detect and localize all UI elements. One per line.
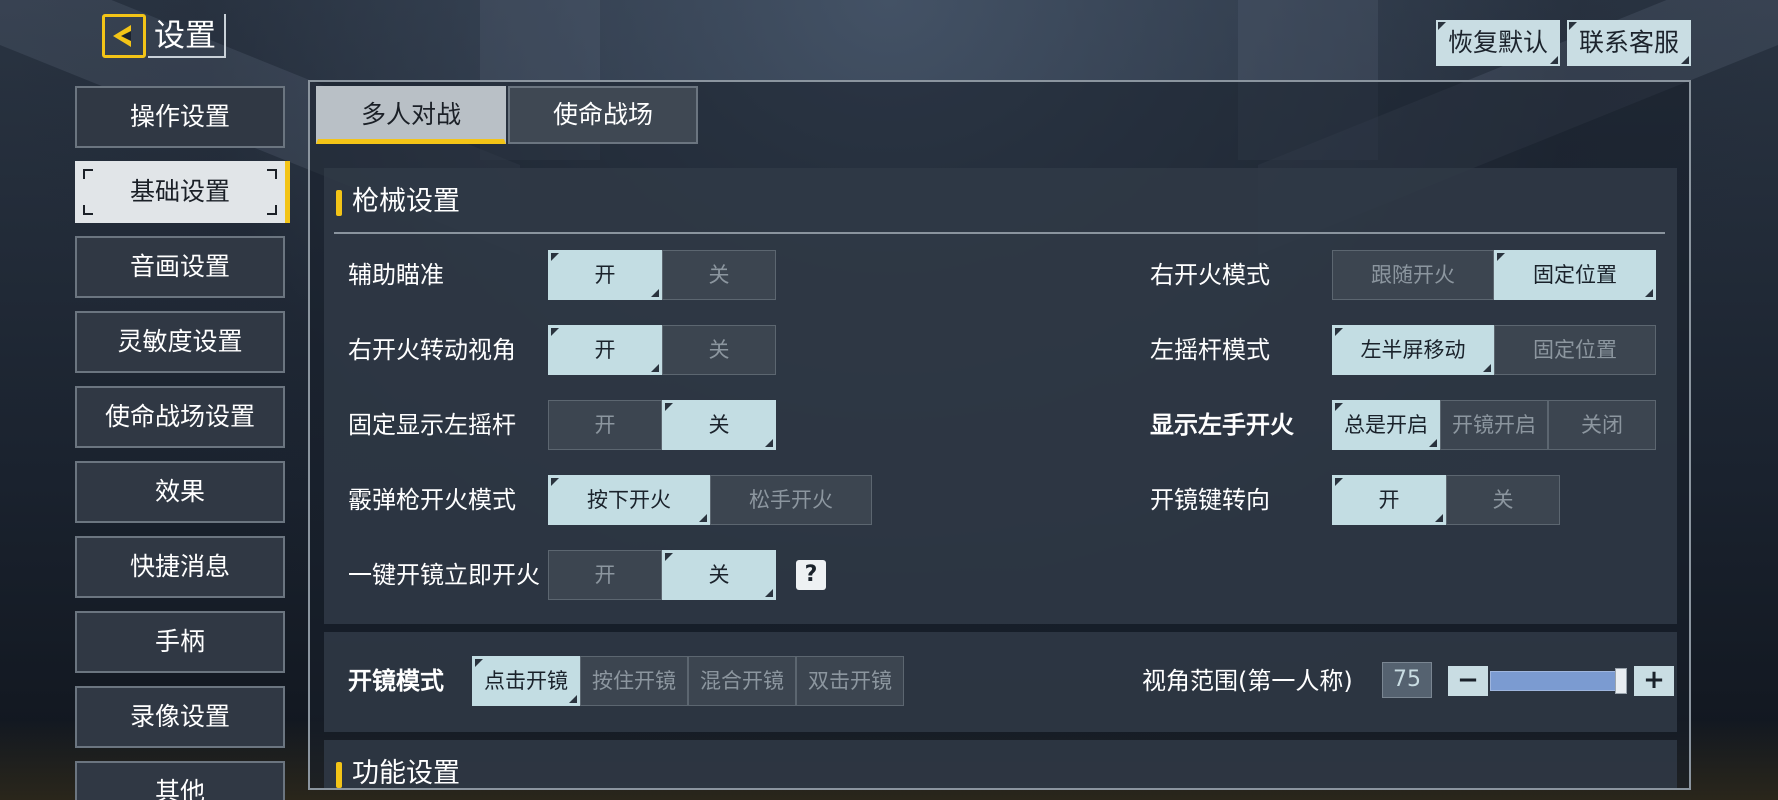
option-follow-fire[interactable]: 跟随开火 [1332,250,1494,300]
option-off[interactable]: 关 [1446,475,1560,525]
option-off[interactable]: 关闭 [1548,400,1656,450]
settings-panel: 多人对战 使命战场 枪械设置 辅助瞄准 开 关 右开火转动视角 开 关 固定显示… [308,80,1691,790]
left-hand-fire-label: 显示左手开火 [1150,411,1294,439]
fixed-left-stick-toggle: 开 关 [548,400,776,450]
fov-decrease-button[interactable]: − [1448,666,1488,696]
weapon-settings-title: 枪械设置 [352,186,460,217]
reset-default-button[interactable]: 恢复默认 [1436,20,1560,66]
shotgun-fire-mode-label: 霰弹枪开火模式 [348,486,516,514]
fov-value: 75 [1382,662,1432,698]
option-fixed-position[interactable]: 固定位置 [1494,250,1656,300]
right-fire-mode-toggle: 跟随开火 固定位置 [1332,250,1656,300]
section-title: 功能设置 [336,754,460,789]
sidebar-item-basic[interactable]: 基础设置 [75,161,285,223]
question-mark-icon[interactable]: ? [796,560,826,590]
sidebar-item-operation[interactable]: 操作设置 [75,86,285,148]
sidebar-item-recording[interactable]: 录像设置 [75,686,285,748]
reset-default-label: 恢复默认 [1447,28,1548,57]
contact-support-label: 联系客服 [1578,28,1679,57]
option-double-tap-scope[interactable]: 双击开镜 [796,656,904,706]
weapon-settings-section: 枪械设置 辅助瞄准 开 关 右开火转动视角 开 关 固定显示左摇杆 开 关 霰弹… [324,168,1677,624]
option-on-scope[interactable]: 开镜开启 [1440,400,1548,450]
option-off[interactable]: 关 [662,550,776,600]
sidebar-item-controller[interactable]: 手柄 [75,611,285,673]
option-release-fire[interactable]: 松手开火 [710,475,872,525]
scope-mode-toggle: 点击开镜 按住开镜 混合开镜 双击开镜 [472,656,904,706]
scope-key-turn-label: 开镜键转向 [1150,486,1270,514]
option-on[interactable]: 开 [1332,475,1446,525]
option-on[interactable]: 开 [548,400,662,450]
fixed-left-stick-label: 固定显示左摇杆 [348,411,516,439]
bracket-mark [83,205,93,215]
scope-instant-fire-toggle: 开 关 [548,550,776,600]
sidebar-item-sensitivity[interactable]: 灵敏度设置 [75,311,285,373]
option-off[interactable]: 关 [662,400,776,450]
aim-assist-label: 辅助瞄准 [348,261,444,289]
sidebar-item-audio-video[interactable]: 音画设置 [75,236,285,298]
sidebar-item-quick-messages[interactable]: 快捷消息 [75,536,285,598]
sidebar-item-label: 基础设置 [129,177,230,206]
sidebar-item-other[interactable]: 其他 [75,761,285,800]
contact-support-button[interactable]: 联系客服 [1567,20,1691,66]
scope-instant-fire-label: 一键开镜立即开火 [348,561,540,589]
option-left-half-screen[interactable]: 左半屏移动 [1332,325,1494,375]
option-fixed-position[interactable]: 固定位置 [1494,325,1656,375]
option-always-on[interactable]: 总是开启 [1332,400,1440,450]
fov-slider-thumb[interactable] [1615,668,1628,694]
tab-multiplayer[interactable]: 多人对战 [316,86,506,144]
corner-mark [1550,56,1558,64]
option-hold-scope[interactable]: 按住开镜 [580,656,688,706]
page-title: 设置 [148,14,226,58]
back-arrow-icon [113,25,131,47]
tab-battle-royale[interactable]: 使命战场 [508,86,698,144]
aim-assist-toggle: 开 关 [548,250,776,300]
bracket-mark [83,169,93,179]
scope-mode-label: 开镜模式 [348,667,444,695]
divider [334,232,1665,234]
option-off[interactable]: 关 [662,250,776,300]
corner-mark [1438,22,1446,30]
fov-increase-button[interactable]: + [1634,666,1674,696]
right-fire-turn-label: 右开火转动视角 [348,336,516,364]
option-mixed-scope[interactable]: 混合开镜 [688,656,796,706]
section-accent-bar [336,190,342,216]
bracket-mark [267,169,277,179]
scope-mode-section: 开镜模式 点击开镜 按住开镜 混合开镜 双击开镜 视角范围(第一人称) 75 −… [324,632,1677,732]
option-press-fire[interactable]: 按下开火 [548,475,710,525]
function-settings-section: 功能设置 [324,740,1677,789]
bracket-mark [267,205,277,215]
fov-label: 视角范围(第一人称) [1142,667,1353,695]
option-on[interactable]: 开 [548,250,662,300]
option-off[interactable]: 关 [662,325,776,375]
back-button[interactable] [102,14,146,58]
sidebar-item-effects[interactable]: 效果 [75,461,285,523]
left-stick-mode-toggle: 左半屏移动 固定位置 [1332,325,1656,375]
function-settings-title: 功能设置 [352,758,460,789]
right-fire-mode-label: 右开火模式 [1150,261,1270,289]
corner-mark [1569,22,1577,30]
option-on[interactable]: 开 [548,325,662,375]
sidebar-item-battle-royale[interactable]: 使命战场设置 [75,386,285,448]
section-accent-bar [336,762,342,788]
left-stick-mode-label: 左摇杆模式 [1150,336,1270,364]
option-tap-scope[interactable]: 点击开镜 [472,656,580,706]
fov-slider[interactable] [1490,671,1624,691]
corner-mark [1681,56,1689,64]
scope-key-turn-toggle: 开 关 [1332,475,1560,525]
left-hand-fire-toggle: 总是开启 开镜开启 关闭 [1332,400,1656,450]
shotgun-fire-mode-toggle: 按下开火 松手开火 [548,475,872,525]
option-on[interactable]: 开 [548,550,662,600]
section-title: 枪械设置 [336,182,460,222]
right-fire-turn-toggle: 开 关 [548,325,776,375]
